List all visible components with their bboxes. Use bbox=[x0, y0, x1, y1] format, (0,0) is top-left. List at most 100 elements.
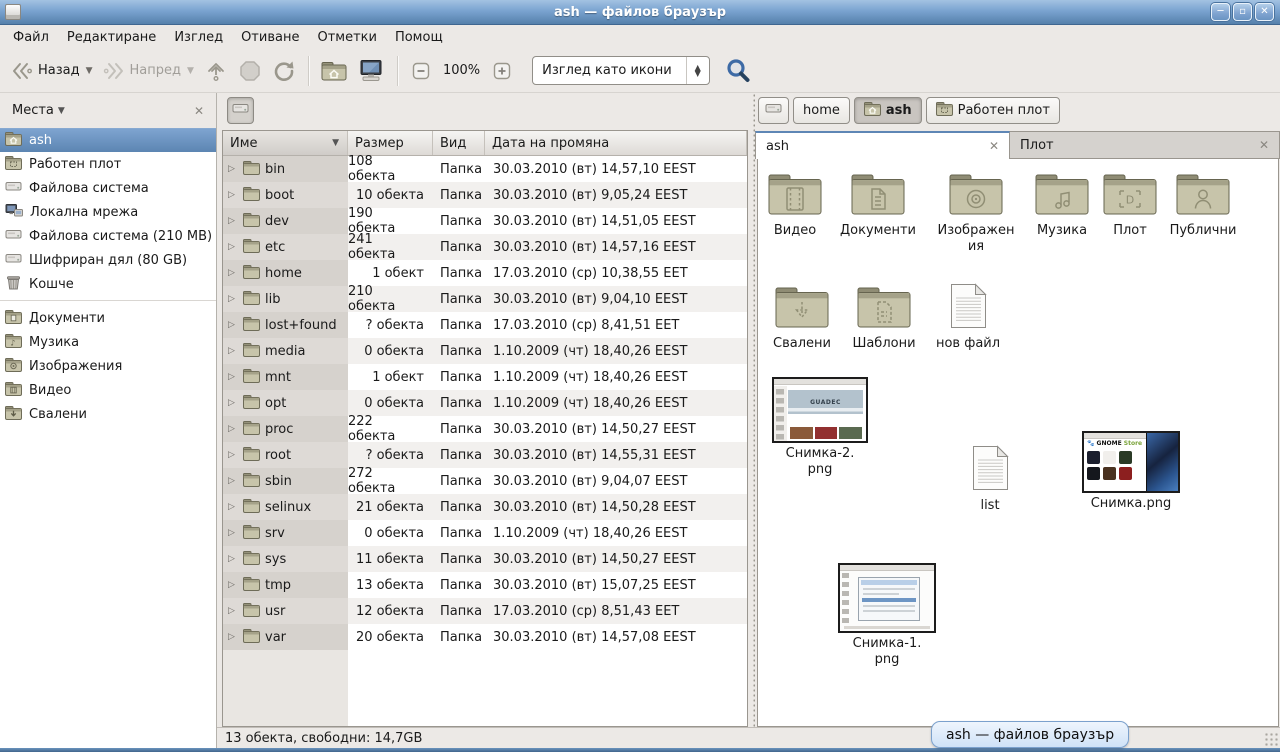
icon-item-свалени[interactable]: Свалени bbox=[757, 286, 848, 352]
expander-icon[interactable]: ▷ bbox=[228, 190, 238, 200]
sidebar-item-локална-мрежа[interactable]: Локална мрежа bbox=[0, 200, 216, 224]
expander-icon[interactable]: ▷ bbox=[228, 164, 238, 174]
menu-изглед[interactable]: Изглед bbox=[165, 28, 232, 47]
back-dropdown-icon[interactable]: ▼ bbox=[86, 66, 93, 76]
sidebar-item-изображения[interactable]: Изображения bbox=[0, 354, 216, 378]
icon-item-публични[interactable]: Публични bbox=[1157, 173, 1249, 239]
expander-icon[interactable]: ▷ bbox=[228, 632, 238, 642]
icon-view[interactable]: ВидеоДокументиИзображенияМузикаDПлотПубл… bbox=[757, 159, 1279, 727]
breadcrumb-home[interactable]: home bbox=[793, 97, 850, 124]
expander-icon[interactable]: ▷ bbox=[228, 450, 238, 460]
breadcrumb-ash[interactable]: ash bbox=[854, 97, 922, 124]
expander-icon[interactable]: ▷ bbox=[228, 476, 238, 486]
menu-помощ[interactable]: Помощ bbox=[386, 28, 452, 47]
home-button[interactable] bbox=[316, 56, 352, 86]
icon-item-снимка-2-png[interactable]: GUADECСнимка-2.png bbox=[782, 377, 858, 478]
sidebar-item-ash[interactable]: ash bbox=[0, 128, 216, 152]
menu-отметки[interactable]: Отметки bbox=[308, 28, 385, 47]
expander-icon[interactable]: ▷ bbox=[228, 320, 238, 330]
minimize-button[interactable]: ─ bbox=[1211, 3, 1230, 21]
expander-icon[interactable]: ▷ bbox=[228, 554, 238, 564]
expander-icon[interactable]: ▷ bbox=[228, 268, 238, 278]
table-row-boot[interactable]: ▷boot10 обектаПапка30.03.2010 (вт) 9,05,… bbox=[223, 182, 747, 208]
tab-плот[interactable]: Плот✕ bbox=[1010, 131, 1280, 159]
titlebar[interactable]: ash — файлов браузър ─ ▫ ✕ bbox=[0, 0, 1280, 25]
root-location-button[interactable] bbox=[227, 97, 254, 124]
icon-item-видео[interactable]: Видео bbox=[757, 173, 839, 239]
expander-icon[interactable]: ▷ bbox=[228, 424, 238, 434]
sidebar-item-шифриран-дял-80-gb-[interactable]: Шифриран дял (80 GB) bbox=[0, 248, 216, 272]
forward-button[interactable]: Напред ▼ bbox=[98, 57, 199, 85]
table-row-tmp[interactable]: ▷tmp13 обектаПапка30.03.2010 (вт) 15,07,… bbox=[223, 572, 747, 598]
sidebar-item-файлова-система[interactable]: Файлова система bbox=[0, 176, 216, 200]
resize-grip[interactable] bbox=[1264, 732, 1278, 746]
expander-icon[interactable]: ▷ bbox=[228, 502, 238, 512]
zoom-out-button[interactable] bbox=[405, 56, 437, 86]
computer-button[interactable] bbox=[352, 55, 390, 87]
icon-item-снимка-png[interactable]: 🐾 GNOME StoreСнимка.png bbox=[1076, 431, 1186, 512]
table-row-root[interactable]: ▷root? обектаПапка30.03.2010 (вт) 14,55,… bbox=[223, 442, 747, 468]
search-button[interactable] bbox=[722, 55, 754, 87]
table-row-selinux[interactable]: ▷selinux21 обектаПапка30.03.2010 (вт) 14… bbox=[223, 494, 747, 520]
expander-icon[interactable]: ▷ bbox=[228, 216, 238, 226]
breadcrumb-root[interactable] bbox=[758, 97, 789, 124]
icon-item-снимка-1-png[interactable]: Снимка-1.png bbox=[849, 563, 925, 668]
stop-button[interactable] bbox=[233, 55, 267, 87]
icon-item-изображения[interactable]: Изображения bbox=[935, 173, 1017, 255]
expander-icon[interactable]: ▷ bbox=[228, 580, 238, 590]
breadcrumb-работен-плот[interactable]: Работен плот bbox=[926, 97, 1060, 124]
icon-item-нов-файл[interactable]: нов файл bbox=[922, 283, 1014, 352]
sidebar-close-icon[interactable]: ✕ bbox=[194, 104, 204, 118]
tab-close-icon[interactable]: ✕ bbox=[1249, 138, 1269, 152]
up-button[interactable] bbox=[199, 55, 233, 87]
table-row-home[interactable]: ▷home1 обектПапка17.03.2010 (ср) 10,38,5… bbox=[223, 260, 747, 286]
zoom-in-button[interactable] bbox=[486, 56, 518, 86]
tab-ash[interactable]: ash✕ bbox=[755, 131, 1010, 159]
tab-close-icon[interactable]: ✕ bbox=[979, 139, 999, 153]
view-mode-select[interactable]: Изглед като икони ▲▼ bbox=[532, 56, 710, 85]
expander-icon[interactable]: ▷ bbox=[228, 372, 238, 382]
sidebar-item-работен-плот[interactable]: Работен плот bbox=[0, 152, 216, 176]
table-row-mnt[interactable]: ▷mnt1 обектПапка1.10.2009 (чт) 18,40,26 … bbox=[223, 364, 747, 390]
table-row-opt[interactable]: ▷opt0 обектаПапка1.10.2009 (чт) 18,40,26… bbox=[223, 390, 747, 416]
expander-icon[interactable]: ▷ bbox=[228, 606, 238, 616]
close-button[interactable]: ✕ bbox=[1255, 3, 1274, 21]
reload-button[interactable] bbox=[267, 55, 301, 87]
back-button[interactable]: Назад ▼ bbox=[6, 57, 98, 85]
menu-файл[interactable]: Файл bbox=[4, 28, 58, 47]
table-row-lost+found[interactable]: ▷lost+found? обектаПапка17.03.2010 (ср) … bbox=[223, 312, 747, 338]
expander-icon[interactable]: ▷ bbox=[228, 242, 238, 252]
table-row-usr[interactable]: ▷usr12 обектаПапка17.03.2010 (ср) 8,51,4… bbox=[223, 598, 747, 624]
maximize-button[interactable]: ▫ bbox=[1233, 3, 1252, 21]
table-row-bin[interactable]: ▷bin108 обектаПапка30.03.2010 (вт) 14,57… bbox=[223, 156, 747, 182]
icon-item-шаблони[interactable]: Шаблони bbox=[838, 286, 930, 352]
table-row-sys[interactable]: ▷sys11 обектаПапка30.03.2010 (вт) 14,50,… bbox=[223, 546, 747, 572]
table-row-media[interactable]: ▷media0 обектаПапка1.10.2009 (чт) 18,40,… bbox=[223, 338, 747, 364]
table-row-srv[interactable]: ▷srv0 обектаПапка1.10.2009 (чт) 18,40,26… bbox=[223, 520, 747, 546]
icon-item-документи[interactable]: Документи bbox=[832, 173, 924, 239]
sidebar-item-кошче[interactable]: Кошче bbox=[0, 272, 216, 296]
icon-item-list[interactable]: list bbox=[946, 445, 1034, 514]
menu-редактиране[interactable]: Редактиране bbox=[58, 28, 165, 47]
expander-icon[interactable]: ▷ bbox=[228, 346, 238, 356]
sidebar-item-документи[interactable]: Документи bbox=[0, 306, 216, 330]
table-row-proc[interactable]: ▷proc222 обектаПапка30.03.2010 (вт) 14,5… bbox=[223, 416, 747, 442]
table-row-sbin[interactable]: ▷sbin272 обектаПапка30.03.2010 (вт) 9,04… bbox=[223, 468, 747, 494]
sidebar-title-select[interactable]: Места ▼ bbox=[12, 103, 65, 118]
table-row-etc[interactable]: ▷etc241 обектаПапка30.03.2010 (вт) 14,57… bbox=[223, 234, 747, 260]
sidebar-item-свалени[interactable]: Свалени bbox=[0, 402, 216, 426]
sidebar-item-видео[interactable]: Видео bbox=[0, 378, 216, 402]
column-header-3[interactable]: Дата на промяна bbox=[485, 131, 747, 155]
sidebar-item-музика[interactable]: ♪Музика bbox=[0, 330, 216, 354]
sidebar-item-файлова-система-210-mb-[interactable]: Файлова система (210 MB) bbox=[0, 224, 216, 248]
table-row-lib[interactable]: ▷lib210 обектаПапка30.03.2010 (вт) 9,04,… bbox=[223, 286, 747, 312]
expander-icon[interactable]: ▷ bbox=[228, 528, 238, 538]
expander-icon[interactable]: ▷ bbox=[228, 398, 238, 408]
table-row-var[interactable]: ▷var20 обектаПапка30.03.2010 (вт) 14,57,… bbox=[223, 624, 747, 650]
forward-dropdown-icon[interactable]: ▼ bbox=[187, 66, 194, 76]
expander-icon[interactable]: ▷ bbox=[228, 294, 238, 304]
column-header-1[interactable]: Размер bbox=[348, 131, 433, 155]
menu-отиване[interactable]: Отиване bbox=[232, 28, 308, 47]
column-header-0[interactable]: Име▼ bbox=[223, 131, 348, 155]
column-header-2[interactable]: Вид bbox=[433, 131, 485, 155]
